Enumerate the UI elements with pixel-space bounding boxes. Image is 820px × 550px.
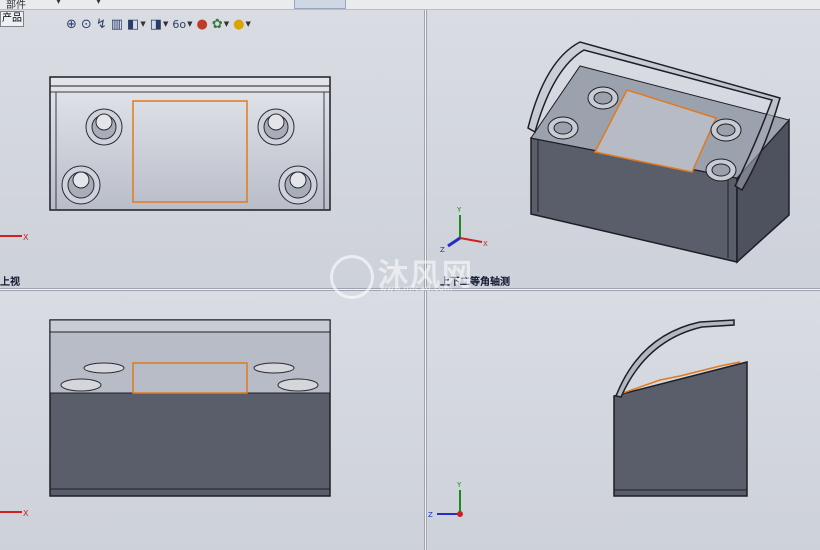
triad-top-left: X [0, 233, 29, 242]
svg-text:Y: Y [456, 206, 462, 214]
view-label-top: 上视 [0, 277, 20, 288]
triad-bottom-right: Y Z [428, 481, 463, 519]
top-view-model[interactable] [49, 76, 331, 211]
svg-text:Z: Z [428, 511, 433, 519]
front-view-model[interactable] [49, 319, 331, 497]
triad-bottom-left: X [0, 509, 29, 518]
isometric-view-model[interactable] [527, 41, 790, 264]
triad-top-right: Y X Z [440, 206, 488, 254]
svg-text:X: X [483, 240, 488, 248]
triad-x-label: X [23, 233, 29, 242]
watermark: 沐风网 www.mfcad.com [330, 250, 474, 299]
watermark-logo-icon [330, 254, 374, 299]
svg-text:X: X [23, 509, 29, 518]
svg-text:Y: Y [456, 481, 462, 489]
side-view-model[interactable] [613, 319, 748, 497]
